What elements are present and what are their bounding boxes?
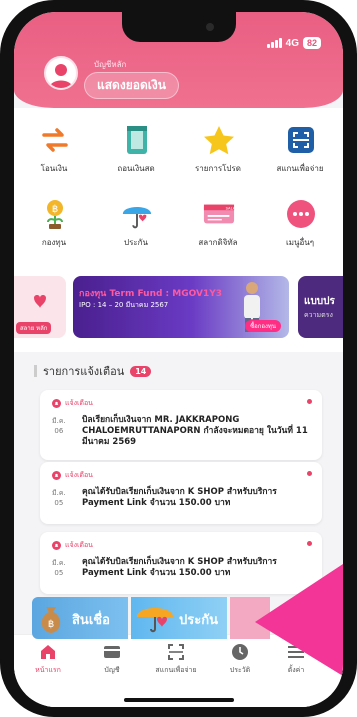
avatar[interactable] — [44, 56, 78, 90]
phone-frame: บัญชีหลัก แสดงยอดเงิน 4G 82 โอนเงิน ถอนเ… — [0, 0, 357, 717]
banner-carousel[interactable]: สลาย หลัก กองทุน Term Fund : MGOV1Y3 IPO… — [14, 268, 343, 352]
menu-label: รายการโปรด — [195, 164, 241, 173]
wallet-icon — [82, 641, 142, 663]
account-label: บัญชีหลัก — [94, 60, 127, 69]
unread-dot — [307, 399, 312, 404]
show-balance-button[interactable]: แสดงยอดเงิน — [84, 72, 179, 99]
phone-side-button — [0, 190, 1, 230]
pointer-arrow-icon — [255, 564, 343, 676]
umbrella-icon — [121, 198, 153, 230]
banner-right-title: แบบปร — [304, 296, 335, 307]
menu-withdraw[interactable]: ถอนเงินสด — [96, 114, 176, 184]
notification-tag: แจ้งเตือน — [52, 540, 93, 551]
signal-icon — [266, 38, 282, 48]
svg-text:฿: ฿ — [52, 204, 58, 215]
menu-label: ประกัน — [124, 238, 148, 247]
money-bag-icon: ฿ — [41, 607, 61, 633]
notification-date: มี.ค. 06 — [52, 417, 66, 435]
tab-home[interactable]: หน้าแรก — [18, 641, 78, 676]
bell-icon — [52, 399, 61, 408]
battery-badge: 82 — [302, 37, 321, 49]
notification-count-badge: 14 — [130, 365, 152, 377]
scan-icon — [146, 641, 206, 663]
menu-label: สลากดิจิทัล — [198, 238, 238, 247]
lottery-ticket-icon: SALAK — [203, 198, 235, 230]
tab-scan[interactable]: สแกนเพื่อจ่าย — [146, 641, 206, 676]
menu-fund[interactable]: ฿ กองทุน — [14, 188, 94, 258]
unread-dot — [307, 541, 312, 546]
buy-fund-button[interactable]: ซื้อกองทุน — [245, 320, 281, 332]
menu-label: โอนเงิน — [40, 164, 68, 173]
bell-icon — [52, 541, 61, 550]
notification-tag: แจ้งเตือน — [52, 470, 93, 481]
star-icon — [203, 124, 235, 156]
notifications-header: รายการแจ้งเตือน 14 — [34, 362, 152, 380]
menu-label: เมนูอื่นๆ — [285, 238, 315, 247]
loan-label: สินเชื่อ — [72, 613, 110, 628]
banner-fund-ipo: IPO : 14 – 20 มีนาคม 2567 — [79, 301, 169, 309]
menu-favorites[interactable]: รายการโปรด — [178, 114, 258, 184]
menu-label: ถอนเงินสด — [117, 164, 155, 173]
notification-date: มี.ค. 05 — [52, 489, 66, 507]
more-dots-icon — [285, 198, 317, 230]
banner-left-tag: สลาย หลัก — [16, 322, 52, 334]
banner-left[interactable]: สลาย หลัก — [14, 276, 66, 338]
promo-strip[interactable]: ฿ สินเชื่อ ประกัน — [32, 597, 270, 639]
user-icon — [49, 64, 73, 88]
phone-notch — [122, 12, 236, 42]
bell-icon — [52, 471, 61, 480]
menu-transfer[interactable]: โอนเงิน — [14, 114, 94, 184]
home-indicator — [124, 698, 234, 702]
notification-card[interactable]: แจ้งเตือน มี.ค. 05 คุณได้รับบิลเรียกเก็บเ… — [40, 462, 322, 524]
menu-scan[interactable]: สแกนเพื่อจ่าย — [260, 114, 340, 184]
home-icon — [18, 641, 78, 663]
atm-withdraw-icon — [121, 124, 153, 156]
menu-more[interactable]: เมนูอื่นๆ — [260, 188, 340, 258]
menu-lottery[interactable]: SALAK สลากดิจิทัล — [178, 188, 258, 258]
network-label: 4G — [285, 37, 299, 49]
notification-card[interactable]: แจ้งเตือน มี.ค. 06 บิลเรียกเก็บเงินจาก MR… — [40, 390, 322, 460]
phone-side-button — [0, 140, 1, 180]
notification-date: มี.ค. 05 — [52, 559, 66, 577]
menu-label: สแกนเพื่อจ่าย — [276, 164, 324, 173]
transfer-icon — [39, 124, 71, 156]
svg-text:฿: ฿ — [48, 619, 54, 630]
tab-label: สแกนเพื่อจ่าย — [155, 666, 197, 674]
umbrella-icon — [137, 608, 173, 633]
app-screen: บัญชีหลัก แสดงยอดเงิน 4G 82 โอนเงิน ถอนเ… — [14, 12, 343, 707]
tab-account[interactable]: บัญชี — [82, 641, 142, 676]
banner-right[interactable]: แบบปร ความตรง — [298, 276, 343, 338]
fund-plant-icon: ฿ — [39, 198, 71, 230]
quick-menu: โอนเงิน ถอนเงินสด รายการโปรด สแกนเพื่อจ่… — [14, 108, 343, 268]
tab-label: หน้าแรก — [35, 666, 61, 674]
svg-text:SALAK: SALAK — [226, 206, 235, 210]
scan-icon — [285, 124, 317, 156]
notification-message: บิลเรียกเก็บเงินจาก MR. JAKKRAPONG CHALO… — [82, 415, 308, 447]
insurance-label: ประกัน — [179, 613, 218, 628]
unread-dot — [307, 471, 312, 476]
banner-right-subtitle: ความตรง — [304, 311, 333, 319]
notification-message: คุณได้รับบิลเรียกเก็บเงินจาก K SHOP สำหร… — [82, 487, 277, 508]
banner-fund-title: กองทุน Term Fund : MGOV1Y3 — [79, 289, 223, 299]
insurance-promo[interactable]: ประกัน — [131, 597, 227, 639]
notification-tag: แจ้งเตือน — [52, 398, 93, 409]
menu-label: กองทุน — [41, 238, 67, 247]
notifications-title: รายการแจ้งเตือน — [43, 365, 125, 378]
banner-fund[interactable]: กองทุน Term Fund : MGOV1Y3 IPO : 14 – 20… — [73, 276, 289, 338]
menu-insurance[interactable]: ประกัน — [96, 188, 176, 258]
tab-label: บัญชี — [104, 666, 120, 674]
loan-promo[interactable]: ฿ สินเชื่อ — [32, 597, 128, 639]
